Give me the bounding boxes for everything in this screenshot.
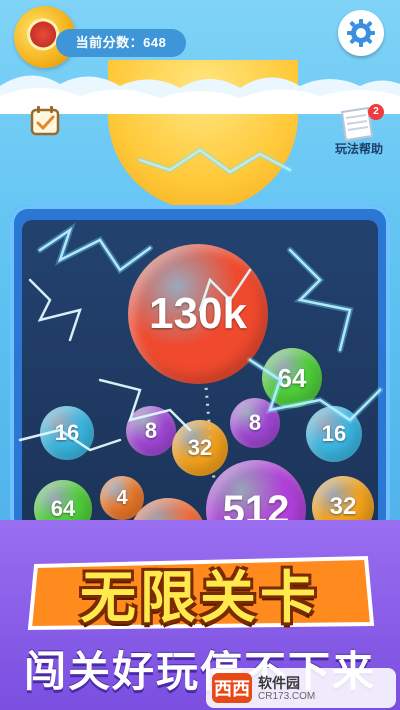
lightning-effect	[18, 146, 383, 452]
help-badge: 2	[368, 104, 384, 120]
score-display: 当前分数：648	[56, 29, 186, 57]
gear-icon	[347, 19, 375, 47]
banner-title: 无限关卡	[80, 566, 320, 629]
watermark-url: CR173.COM	[258, 690, 316, 702]
watermark-logo: 西西	[212, 673, 252, 703]
settings-button[interactable]	[338, 10, 384, 56]
watermark-name: 软件园	[258, 674, 300, 691]
site-watermark: 西西 软件园 CR173.COM	[206, 668, 396, 708]
